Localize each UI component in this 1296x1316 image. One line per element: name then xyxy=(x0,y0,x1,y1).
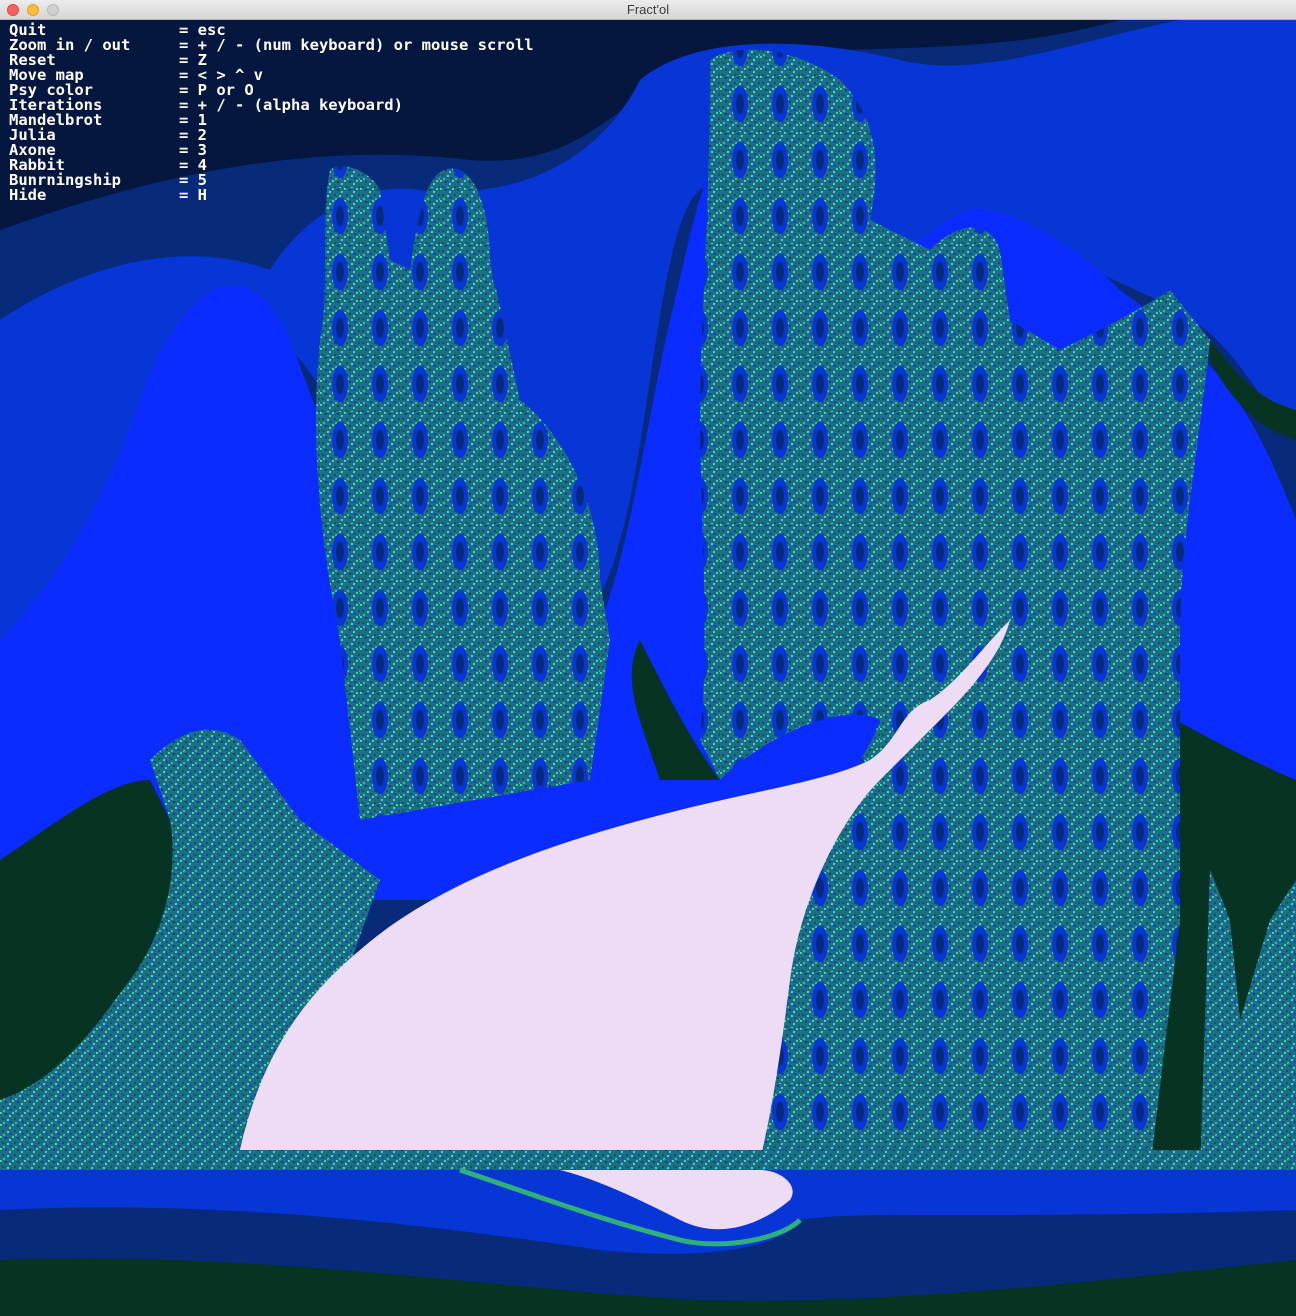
help-row-julia: Julia = 2 xyxy=(9,127,534,143)
title-bar[interactable]: Fract'ol xyxy=(0,0,1296,20)
help-row-reset: Reset = Z xyxy=(9,52,534,68)
help-row-zoom: Zoom in / out = + / - (num keyboard) or m… xyxy=(9,36,534,54)
help-value: = H xyxy=(179,186,207,204)
fractal-canvas[interactable] xyxy=(0,20,1296,1316)
fractal-render[interactable] xyxy=(0,20,1296,1316)
help-row-axone: Axone = 3 xyxy=(9,142,534,158)
help-label: Hide xyxy=(9,186,47,204)
horizon-line xyxy=(0,1150,1296,1170)
help-value: = + / - (alpha keyboard) xyxy=(179,96,403,114)
help-row-hide: Hide = H xyxy=(9,186,534,204)
help-row-mandelbrot: Mandelbrot = 1 xyxy=(9,112,534,128)
controls-help-overlay: Quit = esc Zoom in / out = + / - (num keyb… xyxy=(9,22,534,204)
window-title: Fract'ol xyxy=(626,2,670,17)
help-row-burningship: Bunrningship = 5 xyxy=(9,172,534,188)
help-value: = + / - (num keyboard) or mouse scroll xyxy=(179,36,534,54)
fractol-window: Fract'ol Quit = esc Zoom in / out = + / … xyxy=(0,0,1296,1316)
